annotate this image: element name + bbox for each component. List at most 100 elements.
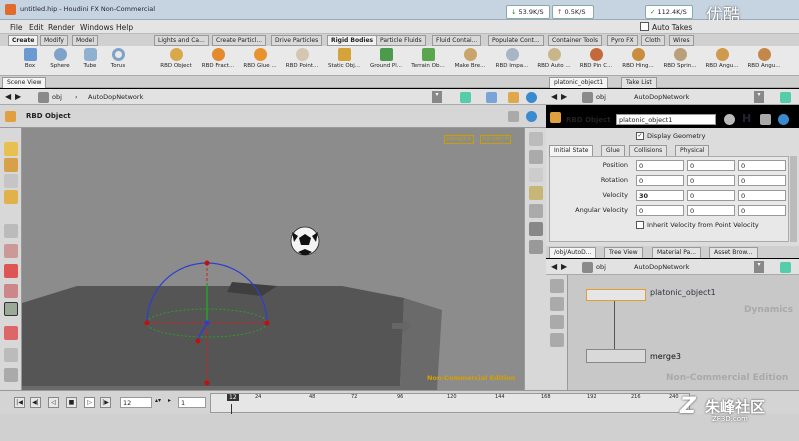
pose-tool-icon[interactable]: [4, 224, 18, 238]
cube-view-icon[interactable]: [486, 92, 497, 103]
node-name-field[interactable]: platonic_object1: [616, 114, 716, 125]
angular-velocity-y-field[interactable]: 0: [687, 205, 735, 216]
scene-viewport[interactable]: persp1 ▾ no cam ▾ Non-Commercial Edition: [22, 128, 524, 390]
frame-stepper-icon[interactable]: ▴▾: [155, 397, 161, 404]
merge-node[interactable]: [586, 349, 646, 363]
auto-takes-checkbox[interactable]: [640, 22, 649, 31]
shelf-tab-populate[interactable]: Populate Cont...: [488, 35, 544, 46]
help-icon[interactable]: [778, 114, 789, 125]
shelf-tab-model[interactable]: Model: [72, 35, 99, 46]
rotation-x-field[interactable]: 0: [636, 175, 684, 186]
inherit-velocity-checkbox[interactable]: [636, 221, 644, 229]
tab-scene-view[interactable]: Scene View: [2, 77, 47, 88]
viewport-scene[interactable]: [22, 128, 524, 390]
velocity-z-field[interactable]: 0: [738, 190, 786, 201]
path-dropdown-icon[interactable]: ▾: [754, 261, 764, 273]
static-object-tool[interactable]: Static Obj...: [324, 48, 364, 74]
param-scrollbar[interactable]: [790, 156, 797, 242]
templates-icon[interactable]: [529, 222, 543, 236]
shelf-tab-wires[interactable]: Wires: [669, 35, 694, 46]
shelf-tab-modify[interactable]: Modify: [40, 35, 68, 46]
tab-material-palette[interactable]: Material Pa...: [652, 247, 702, 258]
dop-tool-icon[interactable]: [4, 302, 18, 316]
velocity-x-field[interactable]: 30: [636, 190, 684, 201]
position-x-field[interactable]: 0: [636, 160, 684, 171]
no-cam-badge[interactable]: no cam ▾: [480, 135, 511, 144]
menu-help[interactable]: Help: [116, 23, 133, 32]
misc-tool-icon[interactable]: [4, 368, 18, 382]
angular-velocity-x-field[interactable]: 0: [636, 205, 684, 216]
shelf-tab-create[interactable]: Create: [8, 35, 39, 46]
pin-icon[interactable]: [780, 92, 791, 103]
stop-button[interactable]: ■: [66, 397, 77, 408]
handle-tool-icon[interactable]: [4, 244, 18, 258]
wireframe-icon[interactable]: [529, 150, 543, 164]
path-dropdown-icon[interactable]: ▾: [754, 91, 764, 103]
settings-icon[interactable]: [508, 111, 519, 122]
pin-icon[interactable]: [780, 262, 791, 273]
soccer-ball[interactable]: [290, 226, 320, 256]
rbd-point-tool[interactable]: RBD Point...: [282, 48, 322, 74]
shaded-icon[interactable]: [529, 168, 543, 182]
subtab-initial-state[interactable]: Initial State: [549, 145, 594, 156]
menu-render[interactable]: Render: [48, 23, 75, 32]
shelf-tab-pyro-fx[interactable]: Pyro FX: [607, 35, 638, 46]
shelf-tab-cloth[interactable]: Cloth: [641, 35, 665, 46]
rotate-tool-icon[interactable]: [4, 174, 18, 188]
handle-point-bottom[interactable]: [204, 380, 210, 386]
net-select-icon[interactable]: [550, 279, 564, 293]
rbd-spring-tool[interactable]: RBD Sprin...: [660, 48, 700, 74]
play-button[interactable]: ▷: [84, 397, 95, 408]
back-arrow-icon[interactable]: ◀: [551, 92, 557, 101]
shelf-tab-particle-fluids[interactable]: Particle Fluids: [376, 35, 426, 46]
net-list-icon[interactable]: [550, 333, 564, 347]
rotation-z-field[interactable]: 0: [738, 175, 786, 186]
rotation-y-field[interactable]: 0: [687, 175, 735, 186]
footprint-icon[interactable]: [529, 240, 543, 254]
subtab-collisions[interactable]: Collisions: [629, 145, 668, 156]
display-opt-icon[interactable]: [529, 132, 543, 146]
snapshot-icon[interactable]: [508, 92, 519, 103]
tab-tree-view[interactable]: Tree View: [604, 247, 643, 258]
rbd-angular-tool-2[interactable]: RBD Angu...: [744, 48, 784, 74]
shelf-tab-rigid-bodies[interactable]: Rigid Bodies: [327, 35, 378, 46]
move-tool-icon[interactable]: [4, 158, 18, 172]
step-forward-button[interactable]: |▶: [100, 397, 111, 408]
rbd-angular-tool-1[interactable]: RBD Angu...: [702, 48, 742, 74]
render-tool-icon[interactable]: [4, 326, 18, 340]
handle-point-right[interactable]: [264, 320, 270, 326]
path-root[interactable]: obj: [596, 263, 606, 271]
snap-tool-icon[interactable]: [4, 348, 18, 362]
gear-icon[interactable]: [724, 114, 735, 125]
current-frame-field[interactable]: 12: [120, 397, 152, 408]
handle-point-front[interactable]: [195, 338, 201, 344]
rbd-hinge-tool[interactable]: RBD Hing...: [618, 48, 658, 74]
angular-velocity-z-field[interactable]: 0: [738, 205, 786, 216]
forward-arrow-icon[interactable]: ▶: [561, 262, 567, 271]
menu-file[interactable]: File: [10, 23, 23, 32]
velocity-y-field[interactable]: 0: [687, 190, 735, 201]
menu-windows[interactable]: Windows: [80, 23, 113, 32]
shelf-tab-create-particles[interactable]: Create Particl...: [212, 35, 267, 46]
forward-arrow-icon[interactable]: ▶: [561, 92, 567, 101]
terrain-object-tool[interactable]: Terrain Ob...: [408, 48, 448, 74]
back-arrow-icon[interactable]: ◀: [5, 92, 11, 101]
net-layout-icon[interactable]: [550, 297, 564, 311]
rbd-glue-tool[interactable]: RBD Glue ...: [240, 48, 280, 74]
view-tool-icon[interactable]: [4, 264, 18, 278]
make-breakable-tool[interactable]: Make Bre...: [450, 48, 490, 74]
shelf-tab-drive-particles[interactable]: Drive Particles: [271, 35, 323, 46]
playhead-marker[interactable]: 12: [227, 394, 239, 401]
rbd-impact-tool[interactable]: RBD Impa...: [492, 48, 532, 74]
rbd-object-tool[interactable]: RBD Object: [156, 48, 196, 74]
select-tool-icon[interactable]: [4, 142, 18, 156]
rbd-auto-tool[interactable]: RBD Auto ...: [534, 48, 574, 74]
info-icon[interactable]: [760, 114, 771, 125]
shelf-tab-lights[interactable]: Lights and Ca...: [154, 35, 209, 46]
help-icon[interactable]: [526, 92, 537, 103]
subtab-physical[interactable]: Physical: [675, 145, 710, 156]
pin-icon[interactable]: [460, 92, 471, 103]
rbd-pin-tool[interactable]: RBD Pin C...: [576, 48, 616, 74]
menu-edit[interactable]: Edit: [29, 23, 44, 32]
hscript-help-icon[interactable]: H: [742, 112, 751, 125]
